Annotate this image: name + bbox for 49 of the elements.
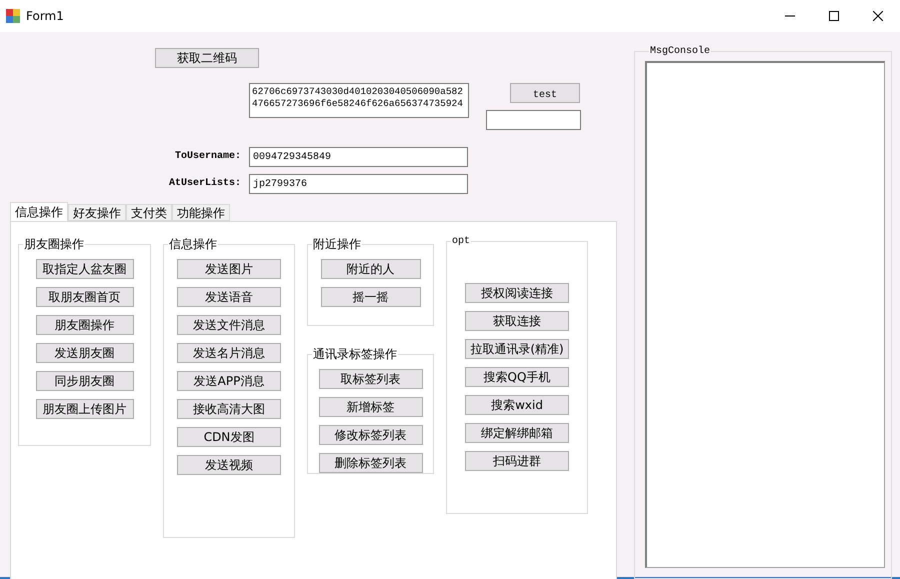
- test-button[interactable]: test: [510, 83, 580, 103]
- action-button[interactable]: 接收高清大图: [177, 399, 281, 419]
- group-title: 朋友圈操作: [23, 236, 85, 253]
- action-button[interactable]: 朋友圈上传图片: [36, 399, 134, 419]
- action-button[interactable]: 扫码进群: [465, 451, 569, 471]
- group-title: MsgConsole: [649, 46, 712, 57]
- action-button[interactable]: 取指定人盆友圈: [36, 259, 134, 279]
- app-icon: [6, 9, 20, 23]
- action-button[interactable]: 新增标签: [318, 397, 422, 417]
- tab[interactable]: 支付类: [126, 204, 172, 221]
- group-title: opt: [451, 236, 472, 247]
- tab[interactable]: 好友操作: [68, 204, 126, 221]
- get-qr-code-button[interactable]: 获取二维码: [155, 48, 259, 68]
- action-button[interactable]: 发送APP消息: [177, 371, 281, 391]
- action-button[interactable]: 绑定解绑邮箱: [465, 423, 569, 443]
- action-button[interactable]: 发送图片: [177, 259, 281, 279]
- group-title: 通讯录标签操作: [312, 346, 398, 363]
- action-button[interactable]: 发送视频: [177, 455, 281, 475]
- action-button[interactable]: 授权阅读连接: [465, 283, 569, 303]
- action-button[interactable]: 取朋友圈首页: [36, 287, 134, 307]
- token-field[interactable]: 62706c6973743030d4010203040506090a582476657273696f6e58246f626a656374735924: [249, 83, 469, 118]
- action-button[interactable]: 发送文件消息: [177, 315, 281, 335]
- action-button[interactable]: 摇一摇: [320, 287, 420, 307]
- action-button[interactable]: 发送名片消息: [177, 343, 281, 363]
- test-field[interactable]: [486, 110, 581, 130]
- at-user-lists-field[interactable]: jp2799376: [249, 174, 468, 194]
- action-button[interactable]: 搜索wxid: [465, 395, 569, 415]
- action-button[interactable]: 搜索QQ手机: [465, 367, 569, 387]
- tab[interactable]: 功能操作: [172, 204, 230, 221]
- tab[interactable]: 信息操作: [10, 202, 68, 221]
- group-title: 附近操作: [312, 236, 362, 253]
- action-button[interactable]: 附近的人: [320, 259, 420, 279]
- action-button[interactable]: 朋友圈操作: [36, 315, 134, 335]
- action-button[interactable]: 拉取通讯录(精准): [465, 339, 569, 359]
- to-username-field[interactable]: 0094729345849: [249, 147, 468, 167]
- action-button[interactable]: 取标签列表: [318, 369, 422, 389]
- action-button[interactable]: 发送语音: [177, 287, 281, 307]
- action-button[interactable]: 获取连接: [465, 311, 569, 331]
- action-button[interactable]: CDN发图: [177, 427, 281, 447]
- maximize-icon: [829, 11, 839, 21]
- window-title: Form1: [26, 9, 65, 23]
- field-label: ToUsername:: [174, 150, 242, 164]
- action-button[interactable]: 修改标签列表: [318, 425, 422, 445]
- close-icon: [873, 11, 883, 21]
- action-button[interactable]: 发送朋友圈: [36, 343, 134, 363]
- action-button[interactable]: 同步朋友圈: [36, 371, 134, 391]
- action-button[interactable]: 删除标签列表: [318, 453, 422, 473]
- group-title: 信息操作: [168, 236, 218, 253]
- field-label: AtUserLists:: [168, 176, 242, 191]
